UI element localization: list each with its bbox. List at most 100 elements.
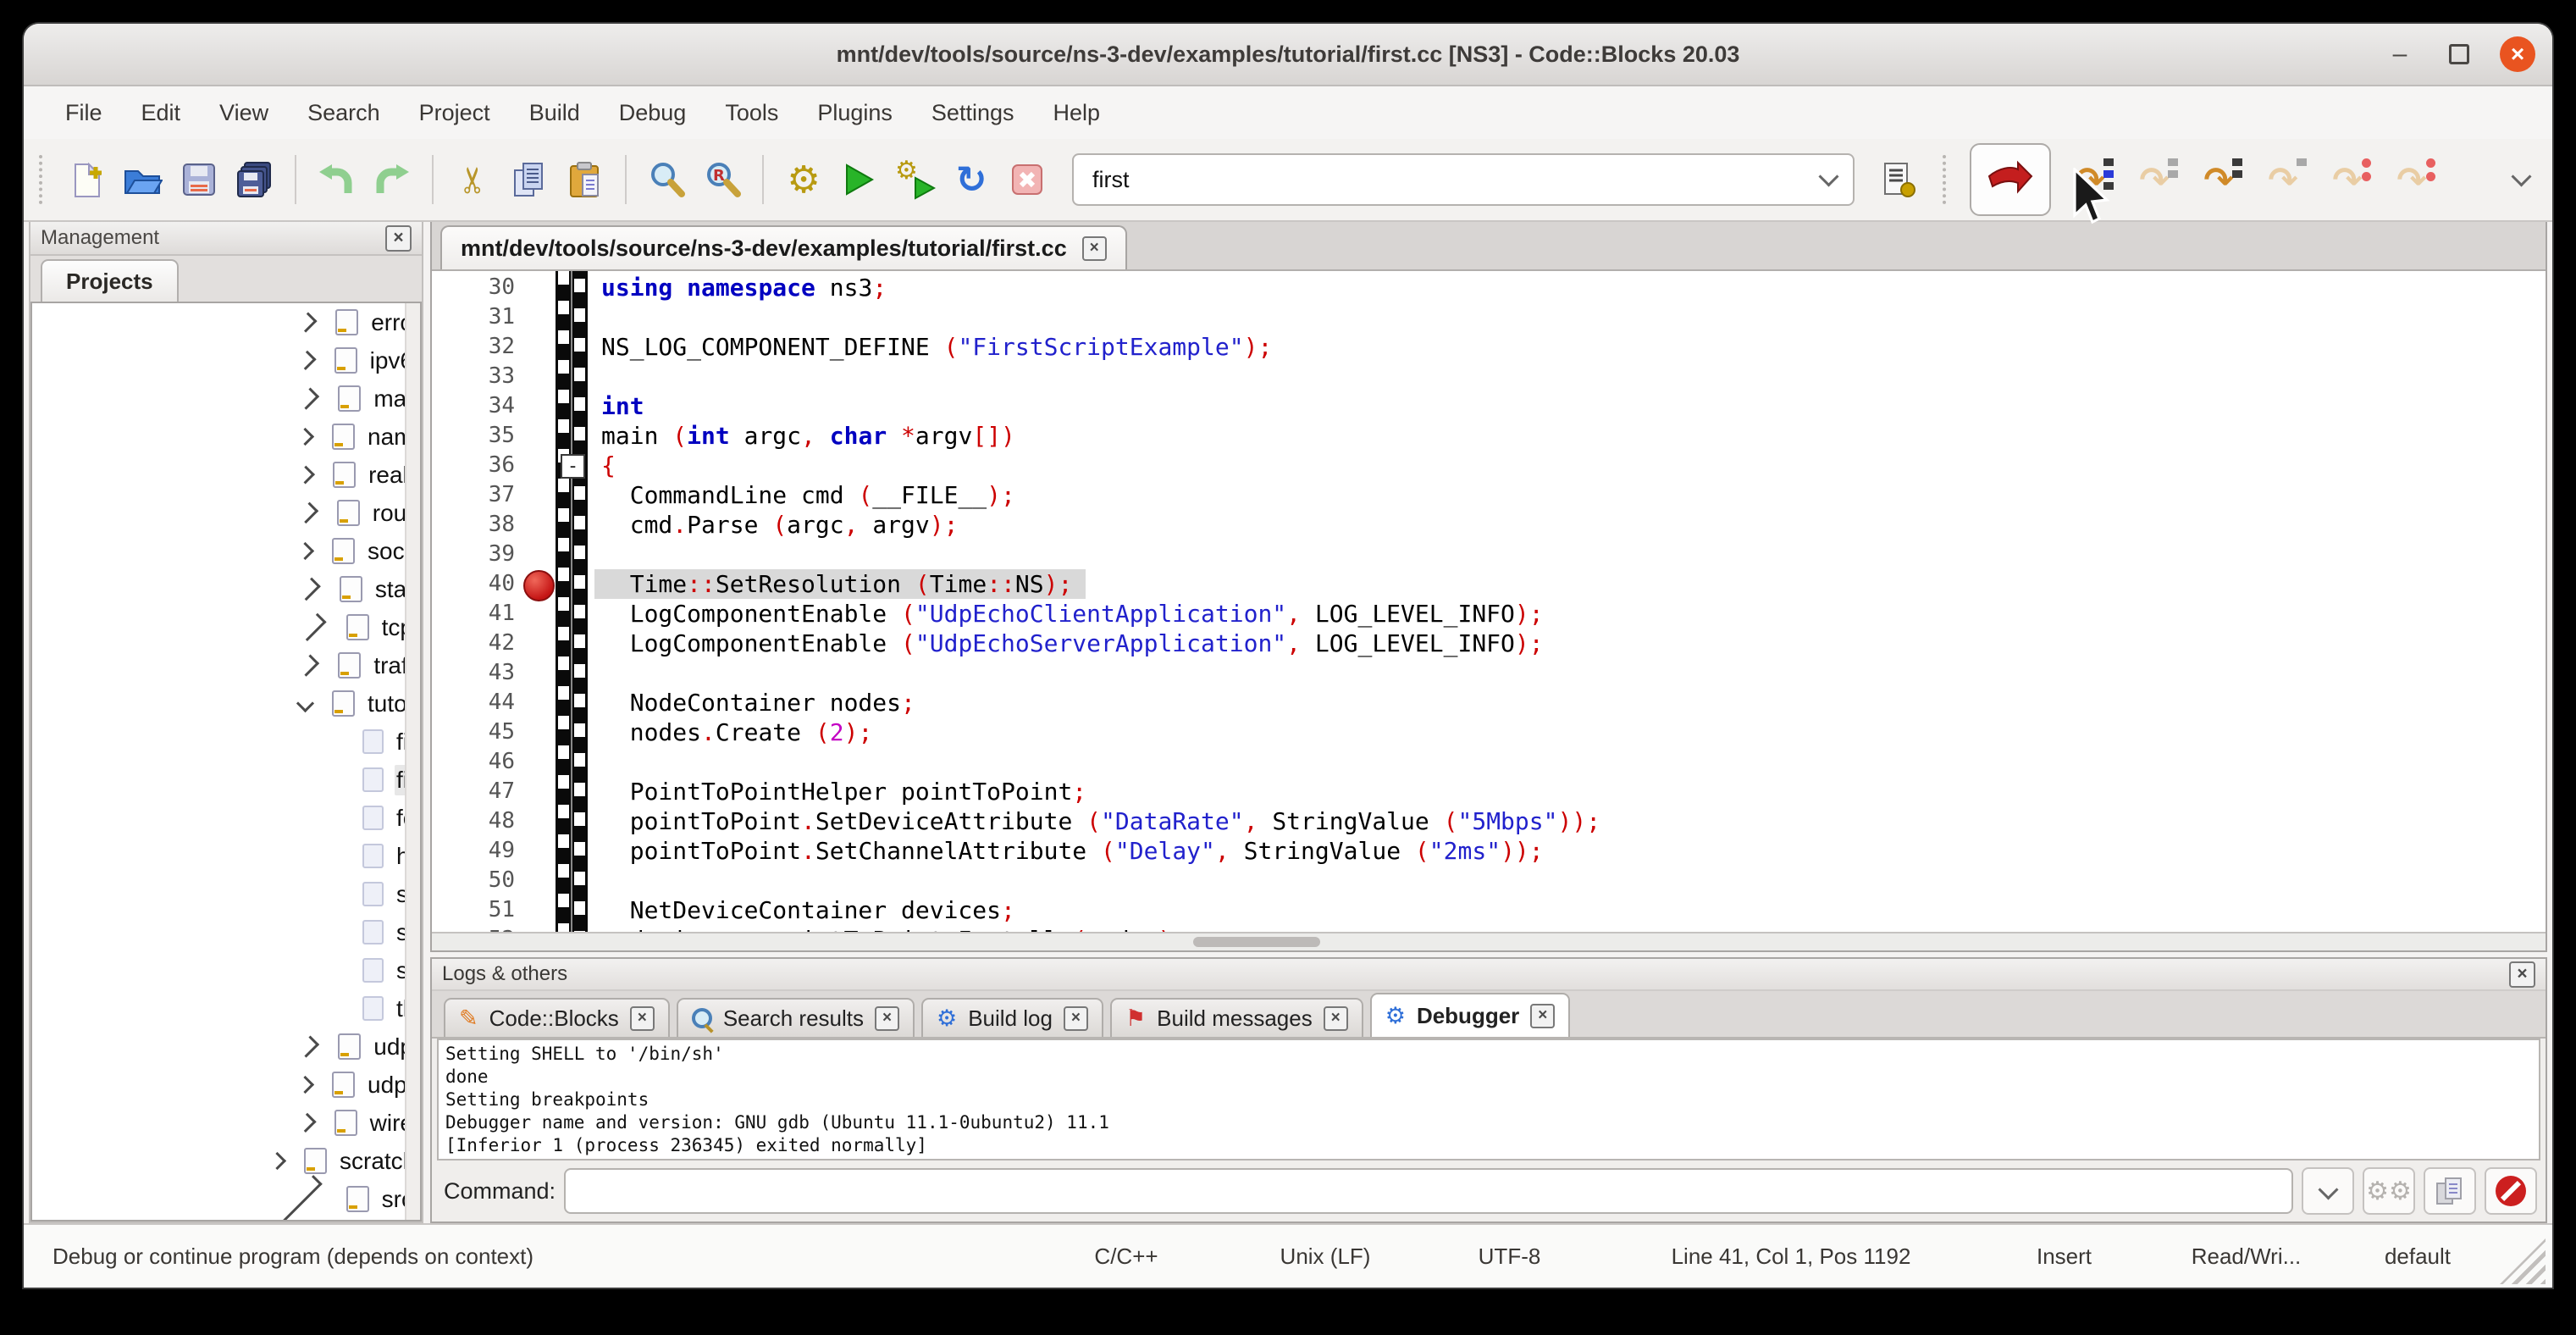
save-all-button[interactable] xyxy=(230,152,279,208)
cut-button[interactable]: ✂ xyxy=(449,152,498,208)
fold-collapse-icon[interactable]: - xyxy=(561,454,585,479)
maximize-button[interactable] xyxy=(2441,36,2478,73)
rebuild-button[interactable]: ↻ xyxy=(947,152,996,208)
tree-item-se[interactable]: se xyxy=(32,875,420,913)
debugger-settings-button[interactable]: ⚙⚙ xyxy=(2363,1167,2415,1215)
tree-item-reall[interactable]: reall xyxy=(32,456,420,494)
tree-item-fif[interactable]: fif xyxy=(32,723,420,761)
tree-item-trafl[interactable]: trafl xyxy=(32,646,420,684)
tree-item-tcp[interactable]: tcp xyxy=(32,608,420,646)
tab-close-icon[interactable]: × xyxy=(1530,1004,1555,1028)
editor-tab-close-icon[interactable]: × xyxy=(1082,236,1107,261)
build-and-run-button[interactable]: ⚙ xyxy=(891,152,940,208)
menu-item-edit[interactable]: Edit xyxy=(122,100,201,126)
code-line-39[interactable] xyxy=(601,540,2546,569)
chevron-right-icon[interactable] xyxy=(297,1035,319,1057)
project-tree[interactable]: erroipv6matnamreallroutsockstattcptraflt… xyxy=(30,302,422,1221)
redo-button[interactable] xyxy=(368,152,417,208)
tree-item-mat[interactable]: mat xyxy=(32,379,420,418)
code-line-48[interactable]: pointToPoint.SetDeviceAttribute ("DataRa… xyxy=(601,806,2546,836)
breakpoint-marker[interactable] xyxy=(523,570,555,601)
paste-button[interactable] xyxy=(561,152,610,208)
logs-tab-debugger[interactable]: ⚙Debugger× xyxy=(1370,993,1571,1037)
logs-tab-code-blocks[interactable]: ✎Code::Blocks× xyxy=(444,998,670,1037)
tree-item-rout[interactable]: rout xyxy=(32,494,420,532)
chevron-right-icon[interactable] xyxy=(298,613,326,641)
minimize-button[interactable]: – xyxy=(2381,36,2418,73)
command-history-button[interactable] xyxy=(2302,1167,2354,1215)
code-line-30[interactable]: using namespace ns3; xyxy=(601,273,2546,302)
command-input[interactable] xyxy=(564,1168,2293,1214)
tree-item-sock[interactable]: sock xyxy=(32,532,420,570)
line-number-gutter[interactable]: 3031323334353637383940414243444546474849… xyxy=(432,273,522,932)
chevron-right-icon[interactable] xyxy=(274,1175,322,1221)
build-target-combo[interactable] xyxy=(1072,153,1855,206)
chevron-right-icon[interactable] xyxy=(297,502,318,523)
copy-log-button[interactable] xyxy=(2424,1167,2476,1215)
editor-tab-first-cc[interactable]: mnt/dev/tools/source/ns-3-dev/examples/t… xyxy=(440,225,1127,269)
code-line-34[interactable]: int xyxy=(601,391,2546,421)
stop-debugger-button[interactable] xyxy=(2485,1167,2537,1215)
replace-button[interactable]: R xyxy=(698,152,747,208)
code-line-50[interactable] xyxy=(601,866,2546,895)
build-target-input[interactable] xyxy=(1091,166,1821,194)
menu-item-file[interactable]: File xyxy=(46,100,122,126)
code-line-31[interactable] xyxy=(601,302,2546,332)
code-line-36[interactable]: { xyxy=(601,451,2546,480)
step-out-button[interactable]: ↷ xyxy=(2256,152,2310,208)
code-line-38[interactable]: cmd.Parse (argc, argv); xyxy=(601,510,2546,540)
menu-item-search[interactable]: Search xyxy=(288,100,400,126)
tree-item-udp[interactable]: udp- xyxy=(32,1066,420,1104)
menu-item-view[interactable]: View xyxy=(200,100,288,126)
tab-close-icon[interactable]: × xyxy=(1064,1006,1088,1031)
save-button[interactable] xyxy=(174,152,224,208)
step-into-instruction-button[interactable]: ↷ xyxy=(2385,152,2439,208)
code-area[interactable]: 3031323334353637383940414243444546474849… xyxy=(432,271,2546,932)
tree-item-nam[interactable]: nam xyxy=(32,418,420,456)
menu-item-debug[interactable]: Debug xyxy=(600,100,706,126)
copy-button[interactable] xyxy=(505,152,554,208)
tab-close-icon[interactable]: × xyxy=(1324,1006,1348,1031)
editor-hscrollbar-thumb[interactable] xyxy=(1193,937,1320,947)
tree-item-he[interactable]: he xyxy=(32,837,420,875)
tree-scrollbar[interactable] xyxy=(405,303,420,1220)
tree-item-src[interactable]: src xyxy=(32,1180,420,1218)
editor-hscrollbar[interactable] xyxy=(432,932,2546,950)
debug-continue-button[interactable] xyxy=(1970,143,2051,216)
code-line-46[interactable] xyxy=(601,747,2546,777)
next-instruction-button[interactable]: ↷ xyxy=(2320,152,2374,208)
code-line-35[interactable]: main (int argc, char *argv[]) xyxy=(601,421,2546,451)
find-button[interactable] xyxy=(642,152,691,208)
menu-item-plugins[interactable]: Plugins xyxy=(798,100,912,126)
toolbar-grip[interactable] xyxy=(39,155,47,204)
code-line-32[interactable]: NS_LOG_COMPONENT_DEFINE ("FirstScriptExa… xyxy=(601,332,2546,362)
tree-item-fo[interactable]: fo xyxy=(32,799,420,837)
undo-button[interactable] xyxy=(312,152,361,208)
code-line-51[interactable]: NetDeviceContainer devices; xyxy=(601,895,2546,925)
tree-item-ipv6[interactable]: ipv6 xyxy=(32,341,420,379)
run-button[interactable] xyxy=(835,152,884,208)
tree-item-stat[interactable]: stat xyxy=(32,570,420,608)
logs-caption[interactable]: Logs & others × xyxy=(432,959,2546,991)
tree-item-scratch[interactable]: scratch xyxy=(32,1142,420,1180)
code-line-45[interactable]: nodes.Create (2); xyxy=(601,717,2546,747)
toolbar-overflow-chevron-icon[interactable] xyxy=(2511,166,2531,186)
chevron-right-icon[interactable] xyxy=(297,387,319,409)
menu-item-help[interactable]: Help xyxy=(1033,100,1119,126)
chevron-right-icon[interactable] xyxy=(268,1152,286,1170)
toolbar-grip[interactable] xyxy=(1943,155,1951,204)
code-line-41[interactable]: LogComponentEnable ("UdpEchoClientApplic… xyxy=(601,599,2546,629)
code-lines[interactable]: using namespace ns3; NS_LOG_COMPONENT_DEF… xyxy=(601,273,2546,932)
resize-grip[interactable] xyxy=(2500,1238,2546,1284)
code-line-42[interactable]: LogComponentEnable ("UdpEchoServerApplic… xyxy=(601,629,2546,658)
menu-item-project[interactable]: Project xyxy=(400,100,510,126)
menu-item-build[interactable]: Build xyxy=(510,100,600,126)
code-line-40[interactable]: Time::SetResolution (Time::NS); xyxy=(601,569,2546,599)
tree-item-th[interactable]: th xyxy=(32,989,420,1028)
chevron-down-icon[interactable] xyxy=(296,695,314,712)
tree-item-se[interactable]: se xyxy=(32,913,420,951)
chevron-right-icon[interactable] xyxy=(296,466,315,485)
chevron-down-icon[interactable] xyxy=(1818,166,1838,186)
chevron-right-icon[interactable] xyxy=(296,542,314,560)
code-line-43[interactable] xyxy=(601,658,2546,688)
